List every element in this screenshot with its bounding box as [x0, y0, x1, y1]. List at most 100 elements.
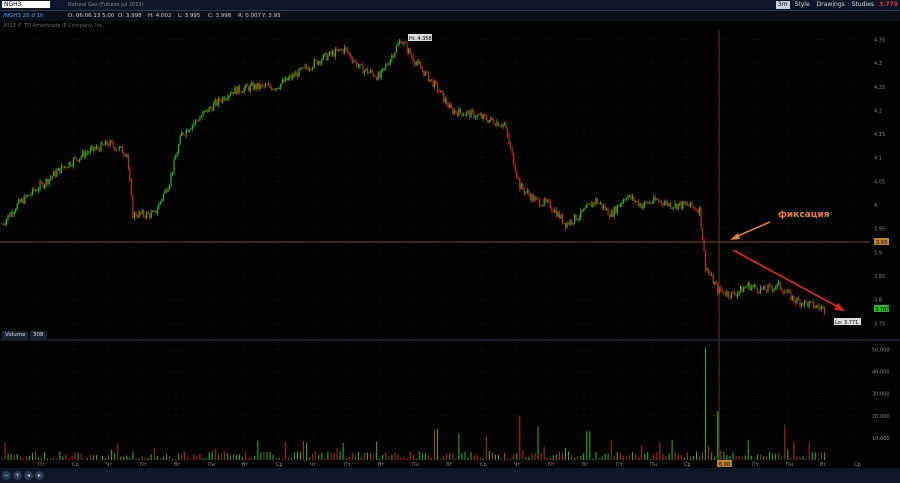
- candle-body: [800, 303, 803, 306]
- volume-bar: [114, 453, 116, 460]
- volume-bar: [781, 458, 783, 460]
- candle-body: [83, 151, 85, 158]
- candle-body: [117, 149, 119, 151]
- candle-body: [580, 210, 582, 218]
- candle-body: [301, 67, 303, 70]
- volume-bar: [817, 458, 819, 460]
- candle-body: [686, 203, 688, 206]
- candle-body: [53, 171, 55, 177]
- symbol-input[interactable]: NGH3: [2, 1, 50, 8]
- volume-bar: [220, 453, 222, 460]
- volume-bar: [315, 451, 317, 460]
- volume-bar: [281, 458, 283, 460]
- volume-bar: [196, 456, 198, 460]
- candle-body: [458, 108, 460, 116]
- volume-bar: [598, 457, 600, 460]
- volume-bar: [394, 452, 396, 460]
- candle-body: [321, 59, 323, 64]
- candle-body: [98, 148, 101, 152]
- volume-bar: [50, 458, 52, 460]
- candle-body: [299, 68, 302, 70]
- volume-bar: [290, 458, 292, 460]
- candle-body: [1, 223, 3, 225]
- zoom-out-icon[interactable]: −: [2, 471, 11, 480]
- candle-body: [103, 144, 105, 146]
- candle-body: [616, 205, 618, 214]
- candle-body: [199, 117, 201, 121]
- candle-body: [761, 287, 763, 290]
- candle-body: [293, 74, 296, 77]
- candle-body: [467, 111, 469, 113]
- candle-body: [755, 284, 757, 288]
- candle-body: [149, 213, 151, 218]
- candle-body: [528, 190, 530, 195]
- volume-bar: [357, 451, 359, 460]
- candle-body: [379, 72, 381, 78]
- volume-bar: [823, 452, 825, 460]
- volume-tick-label: 30,000: [872, 392, 890, 398]
- candle-body: [577, 219, 579, 220]
- candle-body: [668, 203, 670, 206]
- candle-body: [395, 46, 398, 53]
- style-button[interactable]: Style: [793, 1, 812, 9]
- candle-body: [27, 194, 29, 197]
- timeframe-button[interactable]: 3m: [775, 1, 790, 9]
- volume-bar: [415, 458, 417, 460]
- price-tick-label: 3.8: [874, 298, 882, 304]
- volume-bar: [1, 458, 3, 460]
- volume-bar: [172, 458, 174, 460]
- candle-body: [791, 295, 794, 300]
- candle-body: [446, 98, 448, 105]
- volume-bar: [56, 458, 58, 460]
- candle-body: [72, 158, 75, 166]
- candle-body: [44, 184, 46, 188]
- candle-body: [567, 222, 570, 225]
- candle-body: [475, 117, 477, 119]
- candle-body: [223, 97, 225, 101]
- candle-body: [371, 70, 373, 74]
- volume-bar: [759, 454, 761, 460]
- volume-bar: [312, 454, 314, 460]
- volume-bar: [266, 452, 268, 460]
- candle-body: [193, 123, 195, 126]
- volume-bar: [522, 450, 524, 460]
- candle-body: [650, 202, 652, 204]
- candle-body: [307, 68, 309, 71]
- candle-body: [252, 83, 254, 90]
- candle-body: [569, 219, 571, 225]
- candle-body: [796, 297, 798, 303]
- candle-body: [607, 208, 609, 215]
- candle-body: [542, 205, 544, 207]
- candle-body: [494, 124, 497, 126]
- volume-bar: [750, 455, 752, 460]
- studies-button[interactable]: Studies: [850, 1, 876, 9]
- candle-body: [765, 290, 768, 292]
- volume-bar: [790, 458, 792, 460]
- volume-bar: [628, 454, 630, 460]
- volume-bar: [714, 456, 716, 460]
- candle-body: [269, 84, 271, 88]
- price-chart[interactable]: 4.35 4.3 4.25 4.2 4.15 4.1 4.05 4 3.95 3.9 3.85 3.8…: [0, 20, 900, 470]
- candle-body: [60, 165, 62, 174]
- volume-bar: [461, 452, 463, 460]
- volume-bar: [775, 453, 777, 460]
- low-tag: Lo: 3.771: [835, 320, 858, 326]
- candle-body: [34, 190, 37, 192]
- volume-bar: [595, 451, 597, 460]
- volume-bar: [25, 456, 27, 460]
- volume-bar: [434, 429, 436, 460]
- candle-body: [548, 200, 550, 202]
- volume-bar: [692, 455, 694, 460]
- volume-bar: [683, 457, 685, 460]
- volume-bar: [248, 458, 250, 460]
- drawings-button[interactable]: Drawings: [815, 1, 847, 9]
- candle-body: [342, 49, 344, 53]
- scroll-left-icon[interactable]: ◂: [24, 471, 33, 480]
- zoom-in-icon[interactable]: +: [13, 471, 22, 480]
- scroll-right-icon[interactable]: ▸: [35, 471, 44, 480]
- candle-body: [251, 83, 253, 86]
- volume-bar: [354, 457, 356, 460]
- candle-body: [178, 144, 180, 154]
- candle-body: [735, 294, 737, 297]
- candle-body: [590, 203, 592, 207]
